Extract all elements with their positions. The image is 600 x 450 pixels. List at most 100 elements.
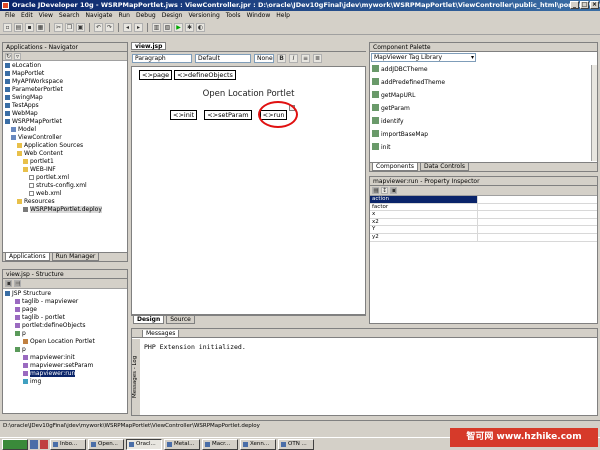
close-button[interactable]: ×: [590, 1, 599, 9]
tree-item-model[interactable]: Model: [5, 126, 125, 134]
structure-item[interactable]: page: [5, 306, 125, 314]
menu-window[interactable]: Window: [247, 12, 271, 21]
minimize-button[interactable]: _: [570, 1, 579, 9]
property-row[interactable]: x: [370, 211, 597, 219]
page-tag[interactable]: <>page: [139, 70, 173, 80]
menu-file[interactable]: File: [5, 12, 15, 21]
sort-icon[interactable]: ↕: [381, 187, 388, 194]
start-button[interactable]: [2, 439, 28, 450]
define-objects-tag[interactable]: <>defineObjects: [174, 70, 236, 80]
open-icon[interactable]: ▤: [14, 23, 23, 32]
profile-icon[interactable]: ◐: [196, 23, 205, 32]
tree-item-testapps[interactable]: TestApps: [5, 102, 125, 110]
style-select[interactable]: Paragraph: [132, 54, 192, 63]
taskbar-item[interactable]: Metal...: [164, 439, 200, 450]
tab-source[interactable]: Source: [166, 316, 195, 324]
taskbar-item[interactable]: OTN ...: [278, 439, 314, 450]
paste-icon[interactable]: ▣: [76, 23, 85, 32]
tree-item-deploy[interactable]: WSRPMapPortlet.deploy: [5, 206, 125, 214]
categorize-icon[interactable]: ▦: [372, 187, 379, 194]
save-icon[interactable]: ▪: [25, 23, 34, 32]
tab-design[interactable]: Design: [133, 316, 165, 324]
forward-icon[interactable]: ▸: [134, 23, 143, 32]
menu-navigate[interactable]: Navigate: [86, 12, 113, 21]
menu-debug[interactable]: Debug: [136, 12, 156, 21]
tree-item-wsrpmapportlet[interactable]: WSRPMapPortlet: [5, 118, 125, 126]
filter-icon[interactable]: ▿: [14, 53, 21, 60]
tree-item-portlet-xml[interactable]: portlet.xml: [5, 174, 125, 182]
back-icon[interactable]: ◂: [123, 23, 132, 32]
tree-item-viewcontroller[interactable]: ViewController: [5, 134, 125, 142]
menu-search[interactable]: Search: [59, 12, 80, 21]
property-row[interactable]: action: [370, 196, 597, 204]
tab-applications[interactable]: Applications: [5, 253, 50, 261]
menu-view[interactable]: View: [39, 12, 53, 21]
tab-view-jsp[interactable]: view.jsp: [131, 42, 167, 50]
property-value[interactable]: [478, 196, 597, 203]
quick-launch-icon[interactable]: [30, 440, 38, 449]
new-view-icon[interactable]: ▤: [14, 280, 21, 287]
tab-run-manager[interactable]: Run Manager: [51, 253, 100, 261]
setparam-tag[interactable]: <>setParam: [204, 110, 252, 120]
tree-item-webmap[interactable]: WebMap: [5, 110, 125, 118]
palette-item[interactable]: identify: [372, 115, 595, 128]
refresh-icon[interactable]: ↻: [5, 53, 12, 60]
palette-item[interactable]: getParam: [372, 102, 595, 115]
structure-item[interactable]: p: [5, 346, 125, 354]
init-tag[interactable]: <>init: [170, 110, 198, 120]
property-value[interactable]: [478, 211, 597, 218]
tree-item-mapportlet[interactable]: MapPortlet: [5, 70, 125, 78]
property-value[interactable]: [478, 204, 597, 211]
palette-item[interactable]: getMapURL: [372, 89, 595, 102]
tab-components[interactable]: Components: [372, 163, 418, 171]
maximize-button[interactable]: □: [580, 1, 589, 9]
tree-item-parameterportlet[interactable]: ParameterPortlet: [5, 86, 125, 94]
property-row[interactable]: Y: [370, 226, 597, 234]
make-icon[interactable]: ▥: [152, 23, 161, 32]
undo-icon[interactable]: ↶: [94, 23, 103, 32]
tree-item-portlet1[interactable]: portlet1: [5, 158, 125, 166]
menu-design[interactable]: Design: [162, 12, 183, 21]
quick-launch-icon[interactable]: [40, 440, 48, 449]
align-center-icon[interactable]: ≣: [313, 54, 322, 63]
tree-item-application-sources[interactable]: Application Sources: [5, 142, 125, 150]
structure-item[interactable]: p: [5, 330, 125, 338]
tree-item-resources[interactable]: Resources: [5, 198, 125, 206]
structure-item-selected[interactable]: mapviewer:run: [5, 370, 125, 378]
class-select[interactable]: Default: [195, 54, 251, 63]
taskbar-item[interactable]: Macr...: [202, 439, 238, 450]
menu-help[interactable]: Help: [276, 12, 290, 21]
align-left-icon[interactable]: ≡: [301, 54, 310, 63]
structure-item[interactable]: mapviewer:setParam: [5, 362, 125, 370]
menu-versioning[interactable]: Versioning: [188, 12, 219, 21]
tree-item-web-content[interactable]: Web Content: [5, 150, 125, 158]
palette-library-select[interactable]: MapViewer Tag Library ▾: [371, 53, 476, 62]
palette-item[interactable]: addJDBCTheme: [372, 63, 595, 76]
property-value[interactable]: [478, 226, 597, 233]
palette-item[interactable]: addPredefinedTheme: [372, 76, 595, 89]
tree-item-swingmap[interactable]: SwingMap: [5, 94, 125, 102]
tab-messages[interactable]: Messages: [142, 330, 180, 337]
size-select[interactable]: None: [254, 54, 274, 63]
taskbar-item[interactable]: Inbo...: [50, 439, 86, 450]
save-all-icon[interactable]: ▦: [36, 23, 45, 32]
bold-icon[interactable]: B: [277, 54, 286, 63]
structure-item[interactable]: portlet:defineObjects: [5, 322, 125, 330]
taskbar-item[interactable]: Open...: [88, 439, 124, 450]
structure-item[interactable]: img: [5, 378, 125, 386]
palette-item[interactable]: init: [372, 141, 595, 154]
property-value[interactable]: [478, 219, 597, 226]
redo-icon[interactable]: ↷: [105, 23, 114, 32]
copy-icon[interactable]: ❐: [65, 23, 74, 32]
freeze-icon[interactable]: ▣: [5, 280, 12, 287]
menu-run[interactable]: Run: [118, 12, 130, 21]
freeze-icon[interactable]: ▣: [390, 187, 397, 194]
tree-item-elocation[interactable]: eLocation: [5, 62, 125, 70]
property-value[interactable]: [478, 234, 597, 241]
menu-tools[interactable]: Tools: [226, 12, 241, 21]
tree-item-web-inf[interactable]: WEB-INF: [5, 166, 125, 174]
palette-item[interactable]: importBaseMap: [372, 128, 595, 141]
tree-item-myapiworkspace[interactable]: MyAPIWorkspace: [5, 78, 125, 86]
tree-item-web-xml[interactable]: web.xml: [5, 190, 125, 198]
structure-item[interactable]: mapviewer:init: [5, 354, 125, 362]
